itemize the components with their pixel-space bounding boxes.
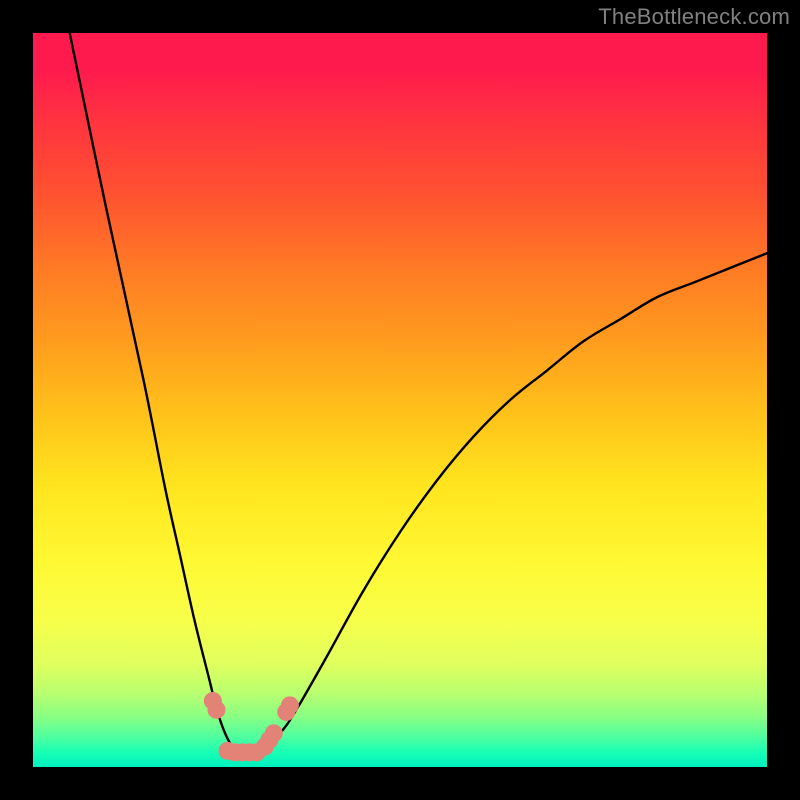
curve-layer — [33, 33, 767, 767]
watermark-text: TheBottleneck.com — [598, 4, 790, 30]
bottleneck-curve-path — [70, 33, 767, 753]
plot-area — [33, 33, 767, 767]
chart-frame: TheBottleneck.com — [0, 0, 800, 800]
